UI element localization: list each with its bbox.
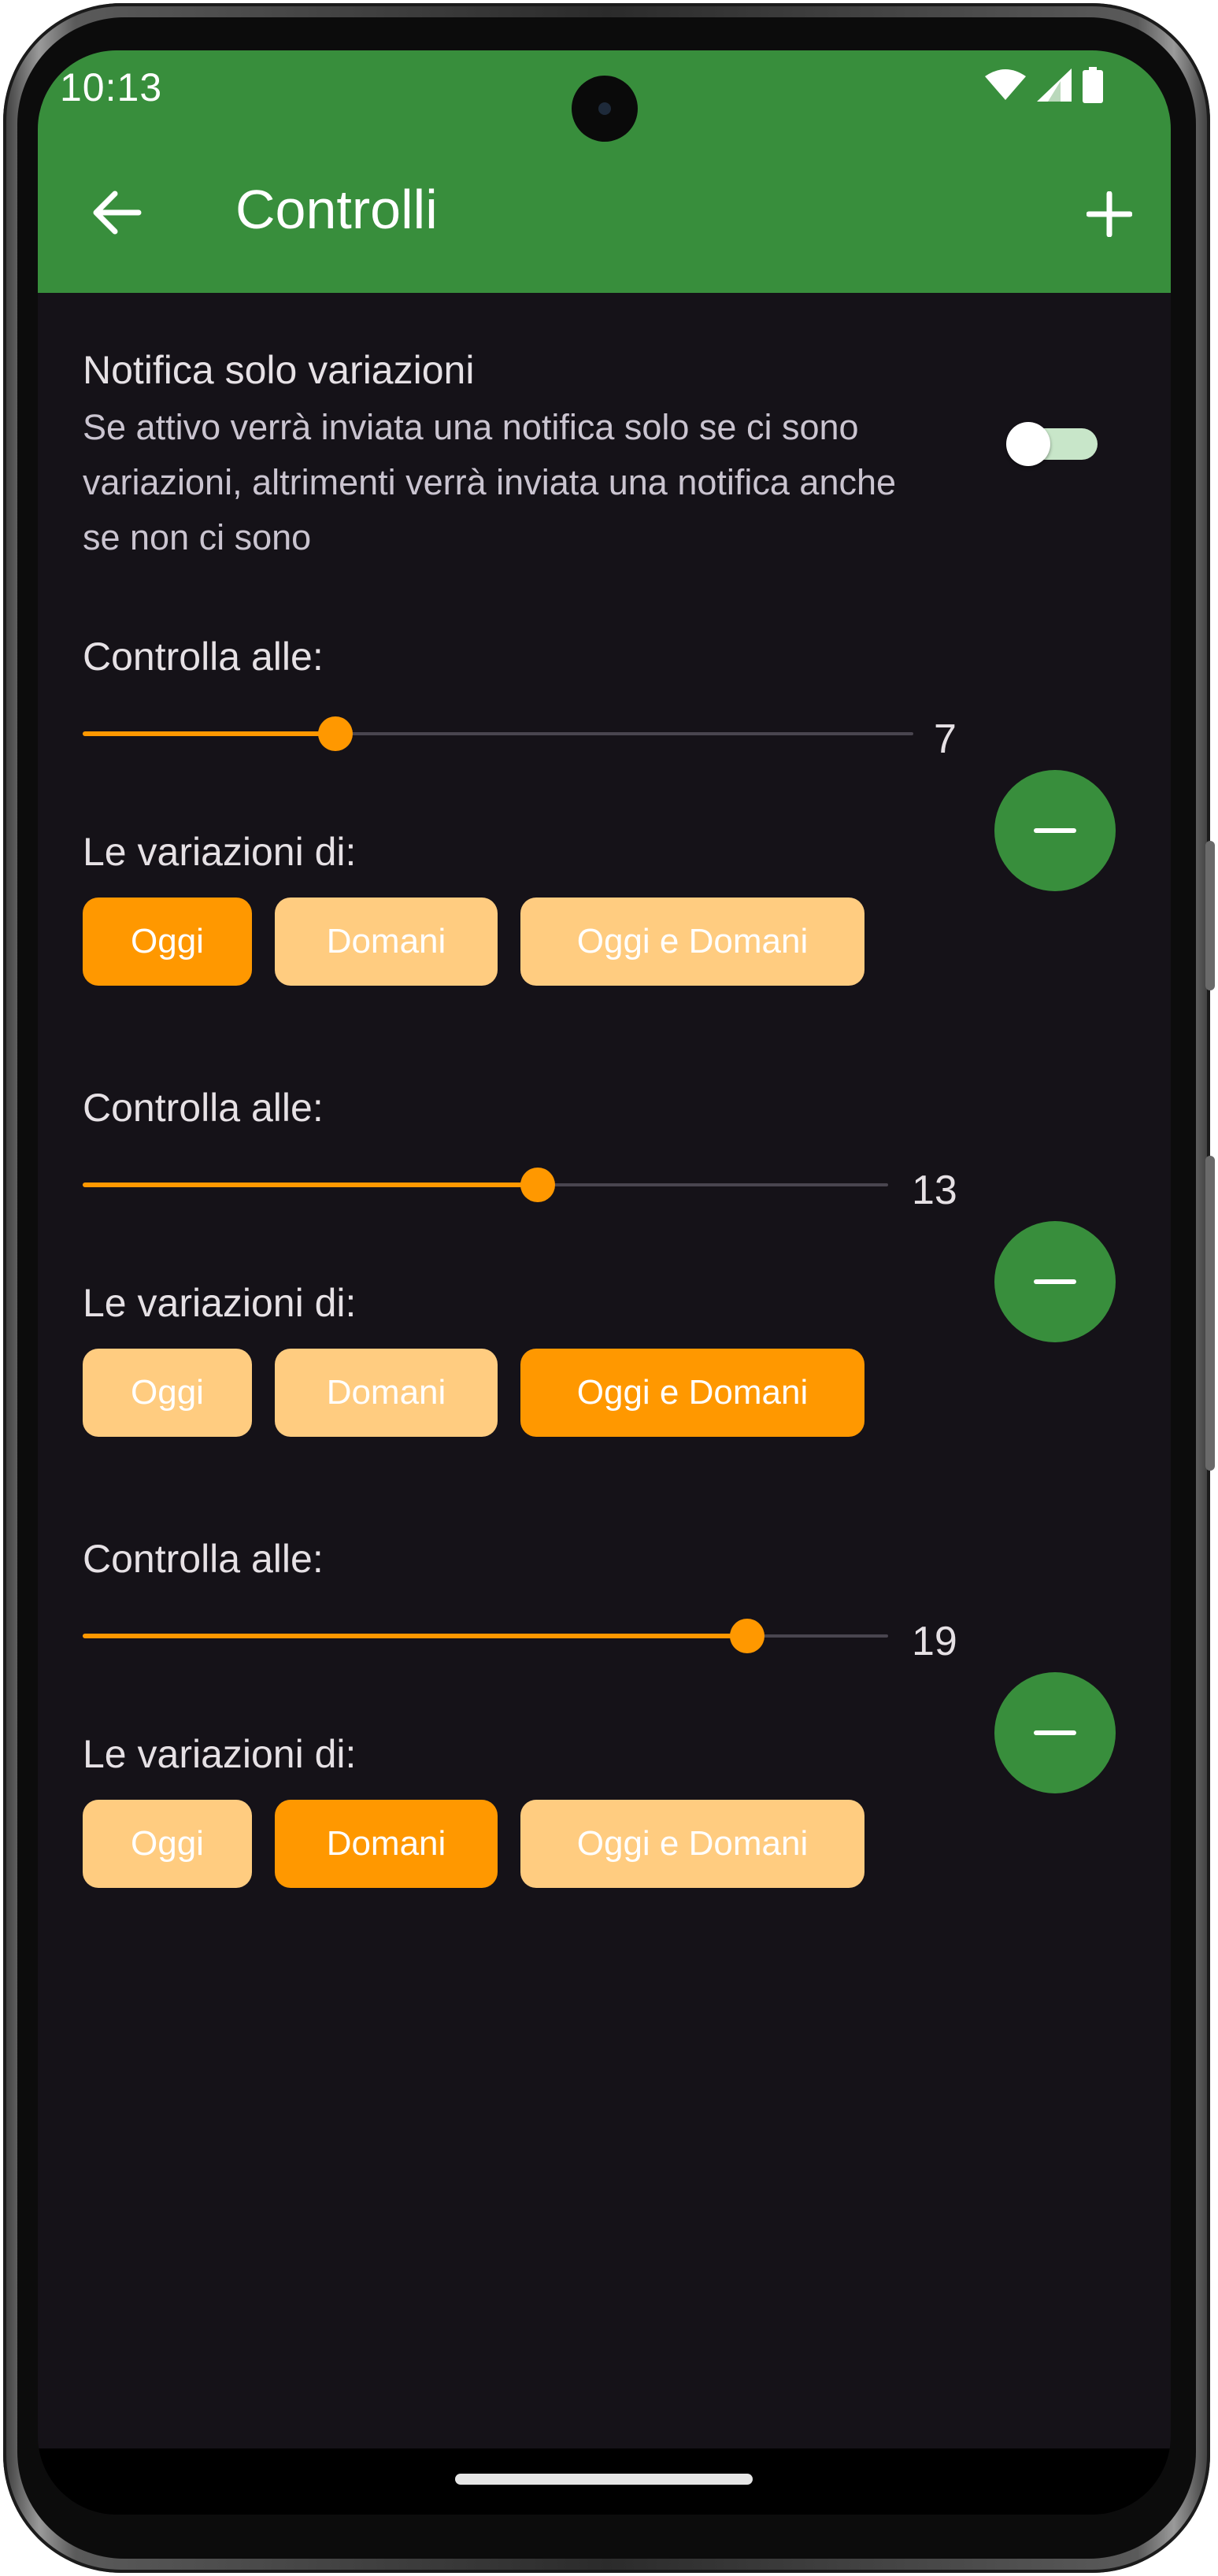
- wifi-icon: [985, 68, 1026, 105]
- volume-button: [1205, 1156, 1215, 1471]
- plus-icon: [1087, 191, 1132, 237]
- minus-icon: [1034, 828, 1076, 833]
- remove-control-button[interactable]: [994, 1221, 1116, 1342]
- day-selector: Oggi Domani Oggi e Domani: [83, 1349, 864, 1437]
- chip-domani[interactable]: Domani: [275, 1800, 498, 1888]
- signal-icon: [1037, 68, 1072, 105]
- slider-active-track: [83, 1183, 538, 1187]
- control-item: Controlla alle: 7 Le variazioni di: Oggi…: [38, 633, 1171, 1042]
- chip-oggi[interactable]: Oggi: [83, 898, 252, 986]
- remove-control-button[interactable]: [994, 770, 1116, 891]
- day-selector: Oggi Domani Oggi e Domani: [83, 898, 864, 986]
- switch-thumb: [1006, 422, 1050, 466]
- back-button[interactable]: [85, 181, 148, 244]
- chip-domani[interactable]: Domani: [275, 1349, 498, 1437]
- chip-oggi-e-domani[interactable]: Oggi e Domani: [520, 898, 864, 986]
- hour-slider[interactable]: [83, 1614, 888, 1658]
- slider-thumb[interactable]: [318, 716, 353, 751]
- hour-value: 13: [912, 1168, 957, 1213]
- remove-control-button[interactable]: [994, 1672, 1116, 1793]
- notification-setting-description: Se attivo verrà inviata una notifica sol…: [83, 407, 897, 557]
- slider-active-track: [83, 1634, 747, 1638]
- app-bar: 10:13 Controlli: [38, 50, 1171, 293]
- control-item: Controlla alle: 13 Le variazioni di: Ogg…: [38, 1084, 1171, 1493]
- chip-domani[interactable]: Domani: [275, 898, 498, 986]
- notification-setting-title: Notifica solo variazioni: [83, 348, 475, 392]
- day-selector: Oggi Domani Oggi e Domani: [83, 1800, 864, 1888]
- hour-slider[interactable]: [83, 712, 913, 756]
- home-indicator[interactable]: [455, 2474, 753, 2485]
- page-title: Controlli: [235, 179, 438, 240]
- check-at-label: Controlla alle:: [83, 1086, 324, 1130]
- check-at-label: Controlla alle:: [83, 1537, 324, 1581]
- system-navigation-bar: [38, 2448, 1171, 2515]
- camera-cutout: [572, 76, 638, 142]
- variations-label: Le variazioni di:: [83, 830, 357, 874]
- control-item: Controlla alle: 19 Le variazioni di: Ogg…: [38, 1535, 1171, 1945]
- power-button: [1205, 841, 1215, 990]
- chip-oggi[interactable]: Oggi: [83, 1349, 252, 1437]
- chip-oggi-e-domani[interactable]: Oggi e Domani: [520, 1349, 864, 1437]
- slider-active-track: [83, 731, 335, 736]
- chip-oggi-e-domani[interactable]: Oggi e Domani: [520, 1800, 864, 1888]
- battery-icon: [1083, 66, 1103, 107]
- arrow-back-icon: [93, 191, 142, 235]
- variations-label: Le variazioni di:: [83, 1281, 357, 1325]
- status-icons: [985, 63, 1103, 110]
- status-time: 10:13: [60, 65, 163, 109]
- app-screen: 10:13 Controlli Notifica solo variazioni…: [38, 50, 1171, 2515]
- slider-thumb[interactable]: [520, 1168, 555, 1202]
- minus-icon: [1034, 1279, 1076, 1284]
- notification-only-variations-switch[interactable]: [1006, 422, 1098, 466]
- hour-slider[interactable]: [83, 1163, 888, 1207]
- slider-thumb[interactable]: [730, 1619, 764, 1653]
- hour-value: 19: [912, 1619, 957, 1664]
- minus-icon: [1034, 1730, 1076, 1735]
- variations-label: Le variazioni di:: [83, 1732, 357, 1776]
- add-control-button[interactable]: [1076, 181, 1142, 247]
- check-at-label: Controlla alle:: [83, 635, 324, 679]
- chip-oggi[interactable]: Oggi: [83, 1800, 252, 1888]
- hour-value: 7: [934, 716, 957, 762]
